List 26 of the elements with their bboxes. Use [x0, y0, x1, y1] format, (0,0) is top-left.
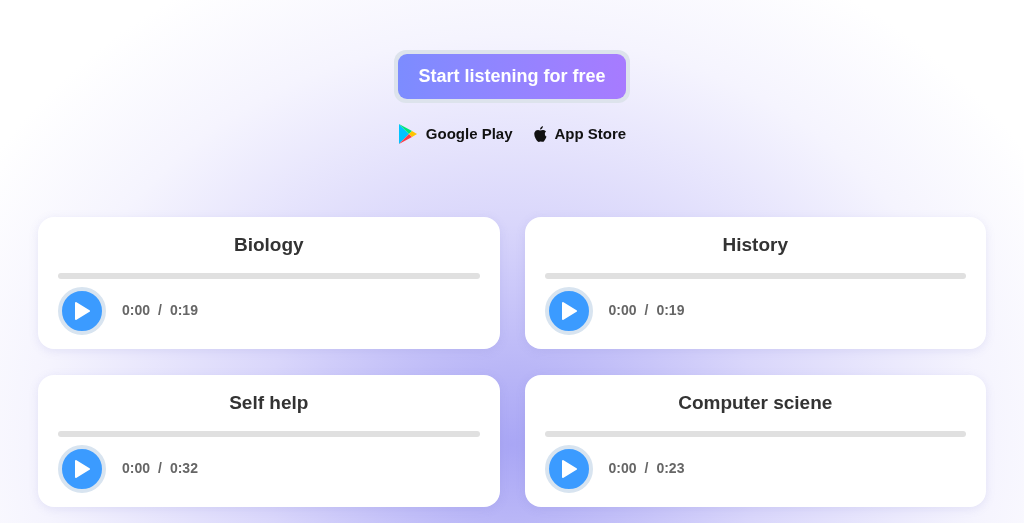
current-time: 0:00	[608, 301, 637, 320]
play-icon	[74, 459, 90, 478]
audio-title: Computer sciene	[677, 390, 834, 415]
audio-title: Self help	[228, 390, 310, 415]
apple-icon	[532, 126, 547, 143]
play-triangle-icon	[397, 123, 418, 146]
store-link[interactable]: Google Play	[397, 123, 513, 146]
time-separator: /	[158, 301, 162, 320]
play-icon	[74, 301, 90, 320]
store-link[interactable]: App Store	[532, 123, 627, 146]
time-separator: /	[644, 459, 649, 478]
total-duration: 0:32	[169, 459, 198, 478]
total-duration: 0:19	[169, 301, 198, 320]
total-duration: 0:19	[656, 301, 685, 320]
play-button[interactable]	[58, 286, 106, 335]
time-separator: /	[644, 301, 649, 320]
total-duration: 0:23	[656, 459, 685, 478]
play-icon	[560, 459, 577, 478]
current-time: 0:00	[608, 459, 637, 478]
audio-title: Biology	[232, 232, 305, 257]
audio-title: History	[721, 232, 789, 257]
time-separator: /	[158, 459, 162, 478]
current-time: 0:00	[122, 301, 151, 320]
current-time: 0:00	[122, 459, 151, 478]
play-icon	[560, 301, 577, 320]
play-button[interactable]	[58, 444, 106, 493]
